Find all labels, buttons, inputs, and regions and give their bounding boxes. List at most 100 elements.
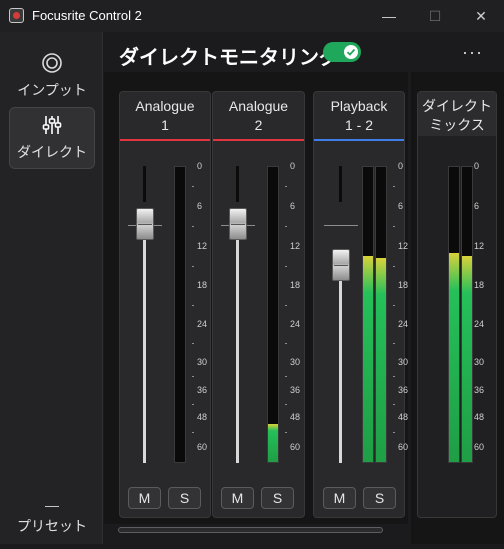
mix-name: ダイレクト ミックス <box>418 92 496 136</box>
level-meter <box>267 166 279 463</box>
channel-name-line1: Analogue <box>228 98 289 114</box>
solo-button[interactable]: S <box>168 487 201 509</box>
meter-scale-tick <box>192 226 194 227</box>
meter-scale-label: 0 <box>474 161 480 171</box>
fader-handle[interactable] <box>136 207 154 240</box>
meter-scale-label: 24 <box>398 319 409 329</box>
meter-scale-tick <box>393 403 395 405</box>
level-meter-fill <box>268 423 278 462</box>
meter-scale-label: 6 <box>197 201 203 211</box>
level-meter <box>362 166 374 463</box>
sidebar-item-input[interactable]: インプット <box>9 45 95 107</box>
fader-track <box>236 166 239 202</box>
page-title: ダイレクトモニタリング <box>119 47 339 69</box>
solo-button[interactable]: S <box>261 487 294 509</box>
meter-scale-label: 24 <box>474 319 485 329</box>
direct-mix-strip: ダイレクト ミックス 0 6 12 18 24 30 36 48 60 <box>417 91 497 518</box>
meter-scale-label: 36 <box>474 385 485 395</box>
meter-scale-label: 48 <box>398 412 409 422</box>
unity-marker <box>324 225 358 226</box>
sidebar-item-label: ダイレクト <box>17 144 87 160</box>
meter-scale-label: 6 <box>398 201 404 211</box>
level-meter <box>174 166 186 463</box>
meter-scale-tick <box>285 432 287 433</box>
meter-scale-tick <box>393 265 395 267</box>
direct-monitoring-toggle[interactable] <box>323 42 361 62</box>
mute-button[interactable]: M <box>323 487 356 509</box>
sidebar-item-direct[interactable]: ダイレクト <box>9 107 95 169</box>
level-meter-fill <box>376 258 386 462</box>
meter-scale-tick <box>192 343 194 344</box>
minimize-button[interactable]: — <box>366 0 412 32</box>
horizontal-scrollbar[interactable] <box>118 527 383 533</box>
meter-scale-label: 0 <box>398 161 404 171</box>
toggle-knob <box>344 45 358 59</box>
level-meter <box>461 166 473 463</box>
meter-scale-label: 12 <box>398 241 409 251</box>
meter-scale-tick <box>192 304 194 306</box>
sidebar-item-label: プリセット <box>17 518 87 534</box>
meter-scale-label: 36 <box>398 385 409 395</box>
sidebar: インプット ダイレクト — プリセット <box>0 32 103 544</box>
meter-scale-label: 48 <box>197 412 208 422</box>
maximize-button[interactable]: ☐ <box>412 0 458 32</box>
input-ring-icon <box>42 53 62 73</box>
fader-track-fill <box>236 223 239 463</box>
sliders-icon <box>42 116 62 134</box>
level-meter-fill <box>363 255 373 462</box>
mix-name-line2: ミックス <box>429 117 485 133</box>
meter-scale-tick <box>192 376 194 377</box>
meter-scale-tick <box>393 376 395 377</box>
fader-handle[interactable] <box>332 248 350 281</box>
meter-scale-label: 6 <box>290 201 296 211</box>
more-options-button[interactable]: ··· <box>462 42 483 63</box>
mix-name-line1: ダイレクト <box>422 98 492 114</box>
meter-scale-tick <box>192 432 194 433</box>
channel-name: Analogue 1 <box>120 97 210 135</box>
channel-accent-line <box>314 139 404 141</box>
meter-scale-tick <box>285 304 287 306</box>
sidebar-item-presets[interactable]: — プリセット <box>9 487 95 549</box>
meter-scale-label: 18 <box>474 280 485 290</box>
level-meter <box>448 166 460 463</box>
meter-scale-label: 24 <box>197 319 208 329</box>
sidebar-item-label: インプット <box>17 82 87 98</box>
meter-scale-label: 0 <box>290 161 296 171</box>
meter-scale-label: 18 <box>290 280 301 290</box>
channel-name: Playback 1 - 2 <box>314 97 404 135</box>
meter-scale-label: 48 <box>290 412 301 422</box>
meter-scale-tick <box>285 376 287 377</box>
channel-name-line1: Analogue <box>135 98 195 114</box>
meter-scale-label: 60 <box>398 442 409 452</box>
channel-accent-line <box>213 139 304 141</box>
check-icon <box>346 48 356 56</box>
meter-scale-label: 12 <box>290 241 301 251</box>
channel-accent-line <box>120 139 210 141</box>
meter-scale-label: 0 <box>197 161 203 171</box>
fader-handle[interactable] <box>229 207 247 240</box>
level-meter-fill <box>462 255 472 462</box>
meter-scale-tick <box>285 265 287 267</box>
meter-scale-tick <box>192 265 194 267</box>
channel-name-line2: 2 <box>254 117 263 133</box>
channel-name-line1: Playback <box>330 98 388 114</box>
meter-scale-tick <box>393 432 395 433</box>
meter-scale-label: 48 <box>474 412 485 422</box>
dash-icon: — <box>45 497 59 513</box>
meter-scale-tick <box>393 226 395 227</box>
meter-scale-label: 24 <box>290 319 301 329</box>
close-button[interactable]: ✕ <box>458 0 504 32</box>
window-title: Focusrite Control 2 <box>32 8 142 23</box>
meter-scale-tick <box>192 403 194 405</box>
channel-strip-analogue-2: Analogue 2 M S 0 6 12 18 24 30 36 48 60 <box>212 91 305 518</box>
meter-scale-label: 36 <box>290 385 301 395</box>
meter-scale-tick <box>285 343 287 344</box>
solo-button[interactable]: S <box>363 487 396 509</box>
meter-scale-label: 30 <box>290 357 301 367</box>
meter-scale-tick <box>393 186 395 187</box>
mute-button[interactable]: M <box>128 487 161 509</box>
fader-track <box>143 166 146 202</box>
channel-name-line2: 1 <box>161 117 169 133</box>
level-meter-fill <box>449 252 459 462</box>
mute-button[interactable]: M <box>221 487 254 509</box>
